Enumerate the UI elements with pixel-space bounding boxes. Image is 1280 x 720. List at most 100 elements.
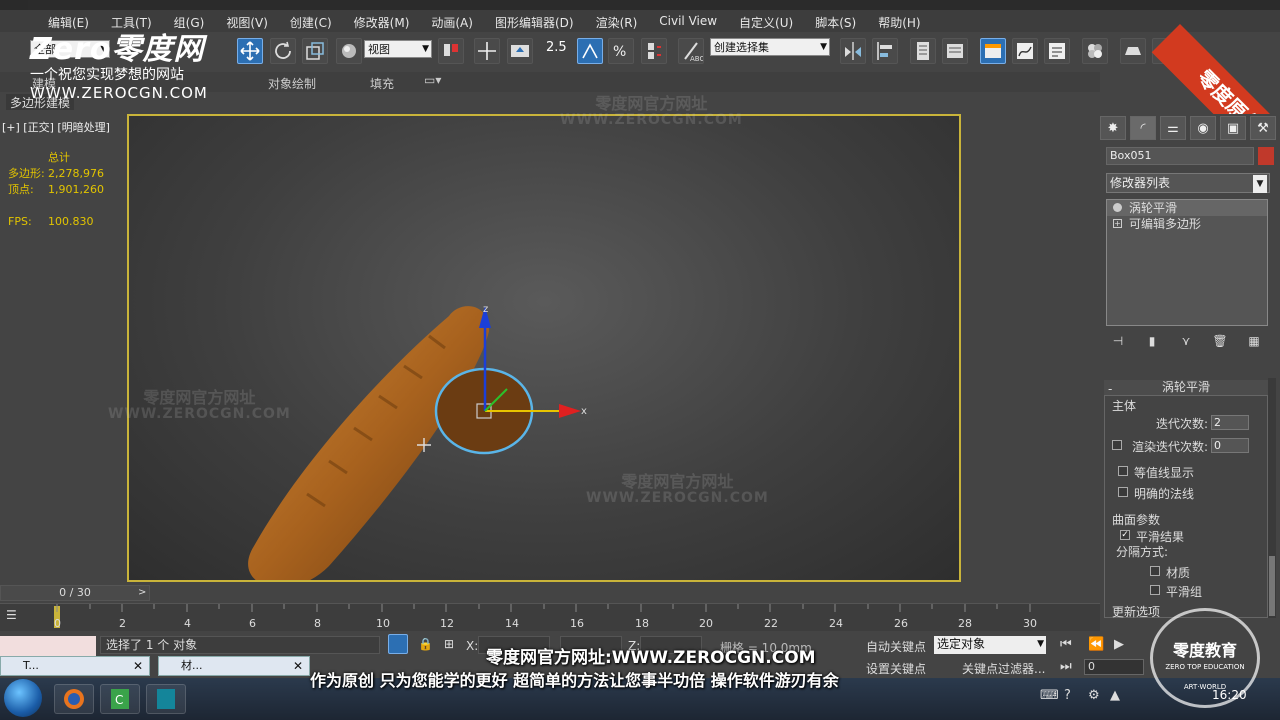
previous-frame-icon[interactable]: ⏪ <box>1088 637 1104 652</box>
keyboard-shortcut-override-icon[interactable] <box>507 38 533 64</box>
select-move-icon[interactable] <box>237 38 263 64</box>
create-tab-icon[interactable]: ✸ <box>1100 116 1126 140</box>
timeline-track[interactable] <box>0 603 1100 631</box>
tray-keyboard-icon[interactable]: ⌨ <box>1040 688 1059 703</box>
windows-start-icon[interactable] <box>4 679 42 717</box>
menu-customize[interactable]: 自定义(U) <box>739 14 793 31</box>
absolute-mode-icon[interactable]: ⊞ <box>444 637 454 651</box>
selection-lock-icon[interactable]: 🔒 <box>418 637 433 651</box>
material-editor-icon[interactable] <box>1082 38 1108 64</box>
current-frame-field[interactable]: 0 <box>1084 659 1144 675</box>
layer-explorer-icon[interactable] <box>910 38 936 64</box>
reference-coordinate-dropdown[interactable]: 视图 <box>364 40 432 58</box>
perspective-viewport[interactable]: x z <box>127 114 961 582</box>
mirror-icon[interactable] <box>840 38 866 64</box>
menu-view[interactable]: 视图(V) <box>226 14 268 31</box>
spinner-snap-icon[interactable] <box>641 38 667 64</box>
display-tab-icon[interactable]: ▣ <box>1220 116 1246 140</box>
key-filters-button[interactable]: 关键点过滤器... <box>962 660 1045 677</box>
ribbon-toggle-icon[interactable] <box>980 38 1006 64</box>
menu-modifiers[interactable]: 修改器(M) <box>354 14 410 31</box>
materials-checkbox[interactable] <box>1150 566 1160 576</box>
tray-settings-icon[interactable]: ⚙ <box>1088 688 1100 703</box>
track-bar-toggle-icon[interactable]: ☰ <box>6 608 17 622</box>
menu-animation[interactable]: 动画(A) <box>431 14 473 31</box>
pin-stack-icon[interactable]: ⊣ <box>1106 334 1130 352</box>
make-unique-icon[interactable]: ⋎ <box>1174 334 1198 352</box>
bread-model[interactable] <box>129 116 959 580</box>
badge-subtitle: ZERO TOP EDUCATION <box>1165 663 1245 671</box>
auto-key-button[interactable]: 自动关键点 <box>866 638 926 655</box>
stack-item-editable-poly[interactable]: + 可编辑多边形 <box>1107 216 1267 232</box>
scrollbar-thumb[interactable] <box>1269 556 1275 616</box>
menu-graph-editors[interactable]: 图形编辑器(D) <box>495 14 574 31</box>
select-rotate-icon[interactable] <box>270 38 296 64</box>
key-mode-toggle-icon[interactable]: ⏭ <box>1060 659 1072 674</box>
ribbon-options-icon[interactable]: ▭▾ <box>424 73 441 87</box>
render-setup-icon[interactable] <box>1120 38 1146 64</box>
tray-expand-icon[interactable]: ▲ <box>1110 688 1120 703</box>
select-scale-icon[interactable] <box>302 38 328 64</box>
schematic-view-icon[interactable] <box>1044 38 1070 64</box>
viewport-label[interactable]: [+] [正交] [明暗处理] <box>2 119 110 135</box>
smooth-result-checkbox[interactable]: ✓ <box>1120 530 1130 540</box>
render-iters-spinner[interactable]: 0 <box>1211 438 1249 453</box>
3dsmax-taskbar-icon[interactable] <box>146 684 186 714</box>
place-icon[interactable] <box>336 38 362 64</box>
edit-named-selection-icon[interactable]: ABC <box>678 38 704 64</box>
menu-civil-view[interactable]: Civil View <box>659 14 717 31</box>
explicit-normals-checkbox[interactable] <box>1118 487 1128 497</box>
align-icon[interactable] <box>872 38 898 64</box>
object-color-swatch[interactable] <box>1258 147 1274 165</box>
window-1-close-icon[interactable]: ✕ <box>133 657 143 675</box>
menu-rendering[interactable]: 渲染(R) <box>596 14 638 31</box>
tab-populate[interactable]: 填充 <box>370 75 394 92</box>
utilities-tab-icon[interactable]: ⚒ <box>1250 116 1276 140</box>
taskbar-preview-window-1[interactable]: T... ✕ <box>0 656 150 676</box>
maxscript-listener[interactable] <box>0 636 96 656</box>
command-panel-scrollbar[interactable] <box>1268 378 1276 618</box>
pivot-center-icon[interactable] <box>438 38 464 64</box>
percent-snap-icon[interactable]: % <box>608 38 634 64</box>
taskbar-preview-window-2[interactable]: 材... ✕ <box>158 656 310 676</box>
curve-editor-icon[interactable] <box>1012 38 1038 64</box>
rollout-title[interactable]: 涡轮平滑 <box>1104 380 1268 396</box>
angle-snap-icon[interactable] <box>577 38 603 64</box>
iterations-spinner[interactable]: 2 <box>1211 415 1249 430</box>
go-to-start-icon[interactable]: ⏮ <box>1060 637 1072 652</box>
named-selection-set-dropdown[interactable]: 创建选择集 <box>710 38 830 56</box>
object-name-field[interactable]: Box051 <box>1106 147 1254 165</box>
rollout-collapse-icon[interactable]: - <box>1108 382 1112 396</box>
tray-help-icon[interactable]: ? <box>1064 688 1071 703</box>
select-manipulate-icon[interactable] <box>474 38 500 64</box>
camtasia-icon[interactable]: C <box>100 684 140 714</box>
isolate-selection-icon[interactable] <box>388 634 408 654</box>
timeslider-next-icon[interactable]: > <box>138 587 146 598</box>
remove-modifier-icon[interactable]: 🗑 <box>1208 334 1232 352</box>
window-2-close-icon[interactable]: ✕ <box>293 657 303 675</box>
smoothing-groups-checkbox[interactable] <box>1150 585 1160 595</box>
configure-sets-icon[interactable]: ▦ <box>1242 334 1266 352</box>
play-icon[interactable]: ▶ <box>1114 637 1124 652</box>
time-slider[interactable]: 0 / 30 <box>0 585 150 601</box>
show-end-result-icon[interactable]: ▮ <box>1140 334 1164 352</box>
command-panel-tabs: ✸ ◜ ⚌ ◉ ▣ ⚒ <box>1100 116 1280 140</box>
modify-tab-icon[interactable]: ◜ <box>1130 116 1156 140</box>
status-message: 选择了 1 个 对象 <box>100 636 380 654</box>
menu-scripting[interactable]: 脚本(S) <box>815 14 856 31</box>
tab-object-paint[interactable]: 对象绘制 <box>268 75 316 92</box>
scene-explorer-icon[interactable] <box>942 38 968 64</box>
modifier-list-dropdown[interactable]: 修改器列表 <box>1106 173 1270 193</box>
stack-item-turbosmooth[interactable]: 涡轮平滑 <box>1107 200 1267 216</box>
lightbulb-icon[interactable] <box>1113 203 1122 212</box>
menu-help[interactable]: 帮助(H) <box>878 14 920 31</box>
menu-create[interactable]: 创建(C) <box>290 14 332 31</box>
set-key-button[interactable]: 设置关键点 <box>866 660 926 677</box>
render-iters-checkbox[interactable] <box>1112 440 1122 450</box>
isoline-checkbox[interactable] <box>1118 466 1128 476</box>
hierarchy-tab-icon[interactable]: ⚌ <box>1160 116 1186 140</box>
firefox-icon[interactable] <box>54 684 94 714</box>
expand-plus-icon[interactable]: + <box>1113 219 1122 228</box>
motion-tab-icon[interactable]: ◉ <box>1190 116 1216 140</box>
key-mode-dropdown[interactable]: 选定对象 <box>934 636 1046 654</box>
